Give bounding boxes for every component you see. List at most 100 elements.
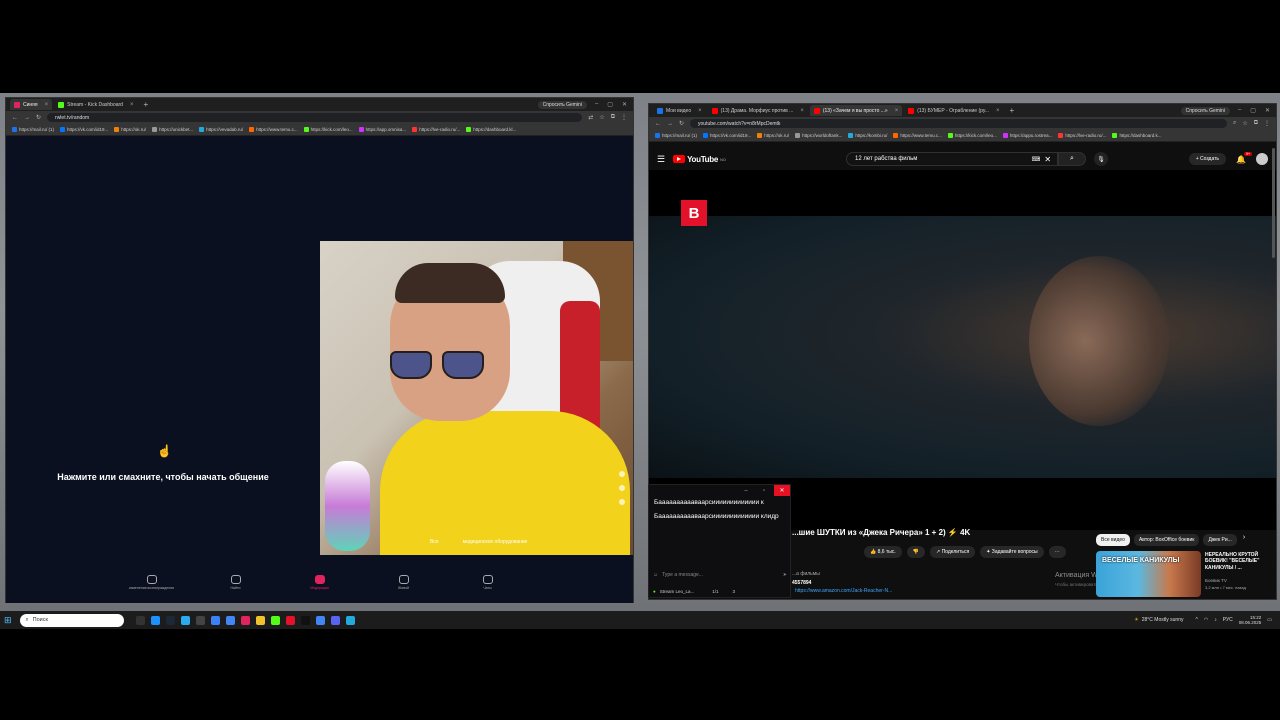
taskbar-search-input[interactable]: ⌕ Поиск	[19, 613, 124, 627]
discord-icon[interactable]	[330, 615, 340, 625]
avatar[interactable]	[1256, 153, 1268, 165]
obs-icon[interactable]	[195, 615, 205, 625]
send-icon[interactable]: ➤	[783, 572, 787, 578]
stream-name[interactable]: Stream Leo_La...	[660, 589, 695, 594]
effect-icon[interactable]	[619, 485, 625, 491]
bookmark-item[interactable]: https://worldoftank...	[795, 133, 842, 138]
language-indicator[interactable]: РУС	[1223, 617, 1233, 623]
nav-moderation[interactable]: Модерация	[297, 575, 343, 603]
bookmark-star-icon[interactable]: ☆	[1242, 120, 1247, 127]
bookmark-item[interactable]: https://www.temu.c...	[249, 127, 298, 132]
tab-my-videos[interactable]: Мои видео ×	[653, 105, 706, 116]
chevron-right-icon[interactable]: ›	[1243, 534, 1245, 546]
close-tab-icon[interactable]: ×	[895, 108, 899, 114]
chip-author[interactable]: Автор: BoxOffice боевик	[1133, 534, 1200, 546]
close-window-icon[interactable]: ✕	[774, 485, 790, 496]
nav-live[interactable]: Живой	[381, 575, 427, 603]
reload-icon[interactable]: ↻	[36, 114, 41, 121]
reload-icon[interactable]: ↻	[679, 120, 684, 127]
forward-icon[interactable]: →	[24, 115, 30, 121]
chrome-icon[interactable]	[225, 615, 235, 625]
bookmark-item[interactable]: https://kick.com/leo...	[947, 133, 997, 138]
close-tab-icon[interactable]: ×	[130, 102, 134, 108]
close-tab-icon[interactable]: ×	[800, 108, 804, 114]
bookmark-item[interactable]: https://dashboard.k...	[1112, 133, 1161, 138]
notification-center-icon[interactable]: ▭	[1267, 617, 1272, 623]
bookmark-item[interactable]: https://unickbet...	[152, 127, 193, 132]
app-icon[interactable]	[345, 615, 355, 625]
back-icon[interactable]: ←	[655, 121, 661, 127]
bookmark-star-icon[interactable]: ☆	[599, 114, 604, 121]
windows-start-icon[interactable]: ⊞	[4, 615, 12, 626]
close-tab-icon[interactable]: ×	[698, 108, 702, 114]
nav-chats[interactable]: Чаты	[465, 575, 511, 603]
steam-icon[interactable]	[165, 615, 175, 625]
video-chat-area[interactable]: ☝ Нажмите или смахните, чтобы начать общ…	[6, 136, 633, 603]
bookmark-item[interactable]: https://vk.com/id19...	[703, 133, 751, 138]
more-actions-icon[interactable]: ⋯	[1048, 546, 1066, 558]
menu-dots-icon[interactable]: ⋮	[1264, 120, 1270, 127]
bookmark-item[interactable]: https://ok.ru/	[114, 127, 146, 132]
record-icon[interactable]	[619, 471, 625, 477]
forward-icon[interactable]: →	[667, 121, 673, 127]
minimize-icon[interactable]: –	[595, 101, 598, 108]
back-icon[interactable]: ←	[12, 115, 18, 121]
network-icon[interactable]: ◠	[1204, 617, 1208, 623]
bookmark-item[interactable]: https://dashboard.kl...	[466, 127, 516, 132]
voice-search-button[interactable]: 🎙	[1094, 152, 1109, 166]
edge-icon[interactable]	[150, 615, 160, 625]
ask-questions-button[interactable]: ✦ Задавайте вопросы	[980, 546, 1044, 558]
cam-filter-all[interactable]: Все	[430, 539, 439, 545]
settings-icon[interactable]	[619, 499, 625, 505]
tab-youtube-1[interactable]: (13) Драма. Морфиус против ... ×	[708, 105, 808, 116]
cam-filter-label[interactable]: медицинское оборудование	[463, 539, 528, 545]
app-icon[interactable]	[210, 615, 220, 625]
nav-find[interactable]: Найти	[213, 575, 259, 603]
nav-rewards[interactable]: изменения вознаграждения	[129, 575, 175, 603]
tab-kick-dashboard[interactable]: Stream - Kick Dashboard ×	[54, 99, 137, 110]
chip-all-videos[interactable]: Все видео	[1096, 534, 1130, 546]
bookmark-item[interactable]: https://mail.ru/ (1)	[12, 127, 54, 132]
notifications-bell-icon[interactable]: 🔔 9+	[1236, 151, 1252, 164]
recommendation-title[interactable]: НЕРЕАЛЬНО КРУТОЙ БОЕВИК! "ВЕСЕЛЫЕ" КАНИК…	[1205, 552, 1273, 571]
close-tab-icon[interactable]: ×	[45, 102, 49, 108]
chrome-icon[interactable]	[315, 615, 325, 625]
recommendation-channel[interactable]: Боевик TV	[1205, 578, 1227, 583]
url-input[interactable]: youtube.com/watch?v=n8rMpcDemtk	[690, 119, 1227, 128]
tray-chevron-icon[interactable]: ^	[1195, 617, 1197, 623]
ask-gemini-button[interactable]: Спросить Gemini	[1180, 106, 1230, 115]
like-button[interactable]: 👍 8,6 тыс.	[864, 546, 902, 558]
create-button[interactable]: + Создать	[1188, 153, 1227, 165]
search-button[interactable]: ⌕	[1058, 152, 1087, 166]
bookmark-item[interactable]: https://kick.com/leo...	[303, 127, 353, 132]
app-icon[interactable]	[300, 615, 310, 625]
telegram-icon[interactable]	[180, 615, 190, 625]
hamburger-menu-icon[interactable]: ☰	[657, 154, 665, 165]
ask-gemini-button[interactable]: Спросить Gemini	[537, 100, 587, 109]
bookmark-item[interactable]: https://vevadab.ru/	[199, 127, 243, 132]
bookmark-item[interactable]: https://lve-radio.ru/...	[412, 127, 460, 132]
maximize-icon[interactable]: ▢	[1250, 107, 1256, 114]
clear-search-icon[interactable]: ✕	[1044, 155, 1051, 164]
maximize-icon[interactable]: ▢	[607, 101, 613, 108]
bookmark-item[interactable]: https://ok.ru/	[757, 133, 789, 138]
share-button[interactable]: ↗ Поделиться	[929, 546, 976, 558]
tab-youtube-3[interactable]: (13) БУМЕР - Ограбление (ру... ×	[904, 105, 1003, 116]
zoom-icon[interactable]: ⌕	[1233, 120, 1236, 127]
new-tab-button[interactable]: +	[1006, 106, 1019, 115]
volume-icon[interactable]: ♪	[1214, 617, 1217, 623]
bookmark-item[interactable]: https://mail.ru/ (1)	[655, 133, 697, 138]
clock[interactable]: 15:22 08.06.2025	[1239, 615, 1262, 626]
task-view-icon[interactable]	[135, 615, 145, 625]
close-window-icon[interactable]: ✕	[622, 101, 627, 108]
minimize-icon[interactable]: –	[1238, 107, 1241, 114]
video-player[interactable]: B	[649, 170, 1276, 530]
description-link[interactable]: https://www.amazon.com/Jack-Reacher-N...	[795, 588, 892, 594]
menu-dots-icon[interactable]: ⋮	[621, 114, 627, 121]
bookmark-item[interactable]: https://lve-radio.ru/...	[1058, 133, 1106, 138]
new-tab-button[interactable]: +	[139, 100, 152, 109]
weather-widget[interactable]: ☀ 28°C Mostly sunny	[1134, 617, 1183, 623]
youtube-logo[interactable]: YouTube NO	[673, 155, 726, 164]
start-chat-prompt[interactable]: Нажмите или смахните, чтобы начать общен…	[6, 472, 320, 482]
chat-input[interactable]: ☺ Type a message... ➤	[653, 569, 787, 580]
